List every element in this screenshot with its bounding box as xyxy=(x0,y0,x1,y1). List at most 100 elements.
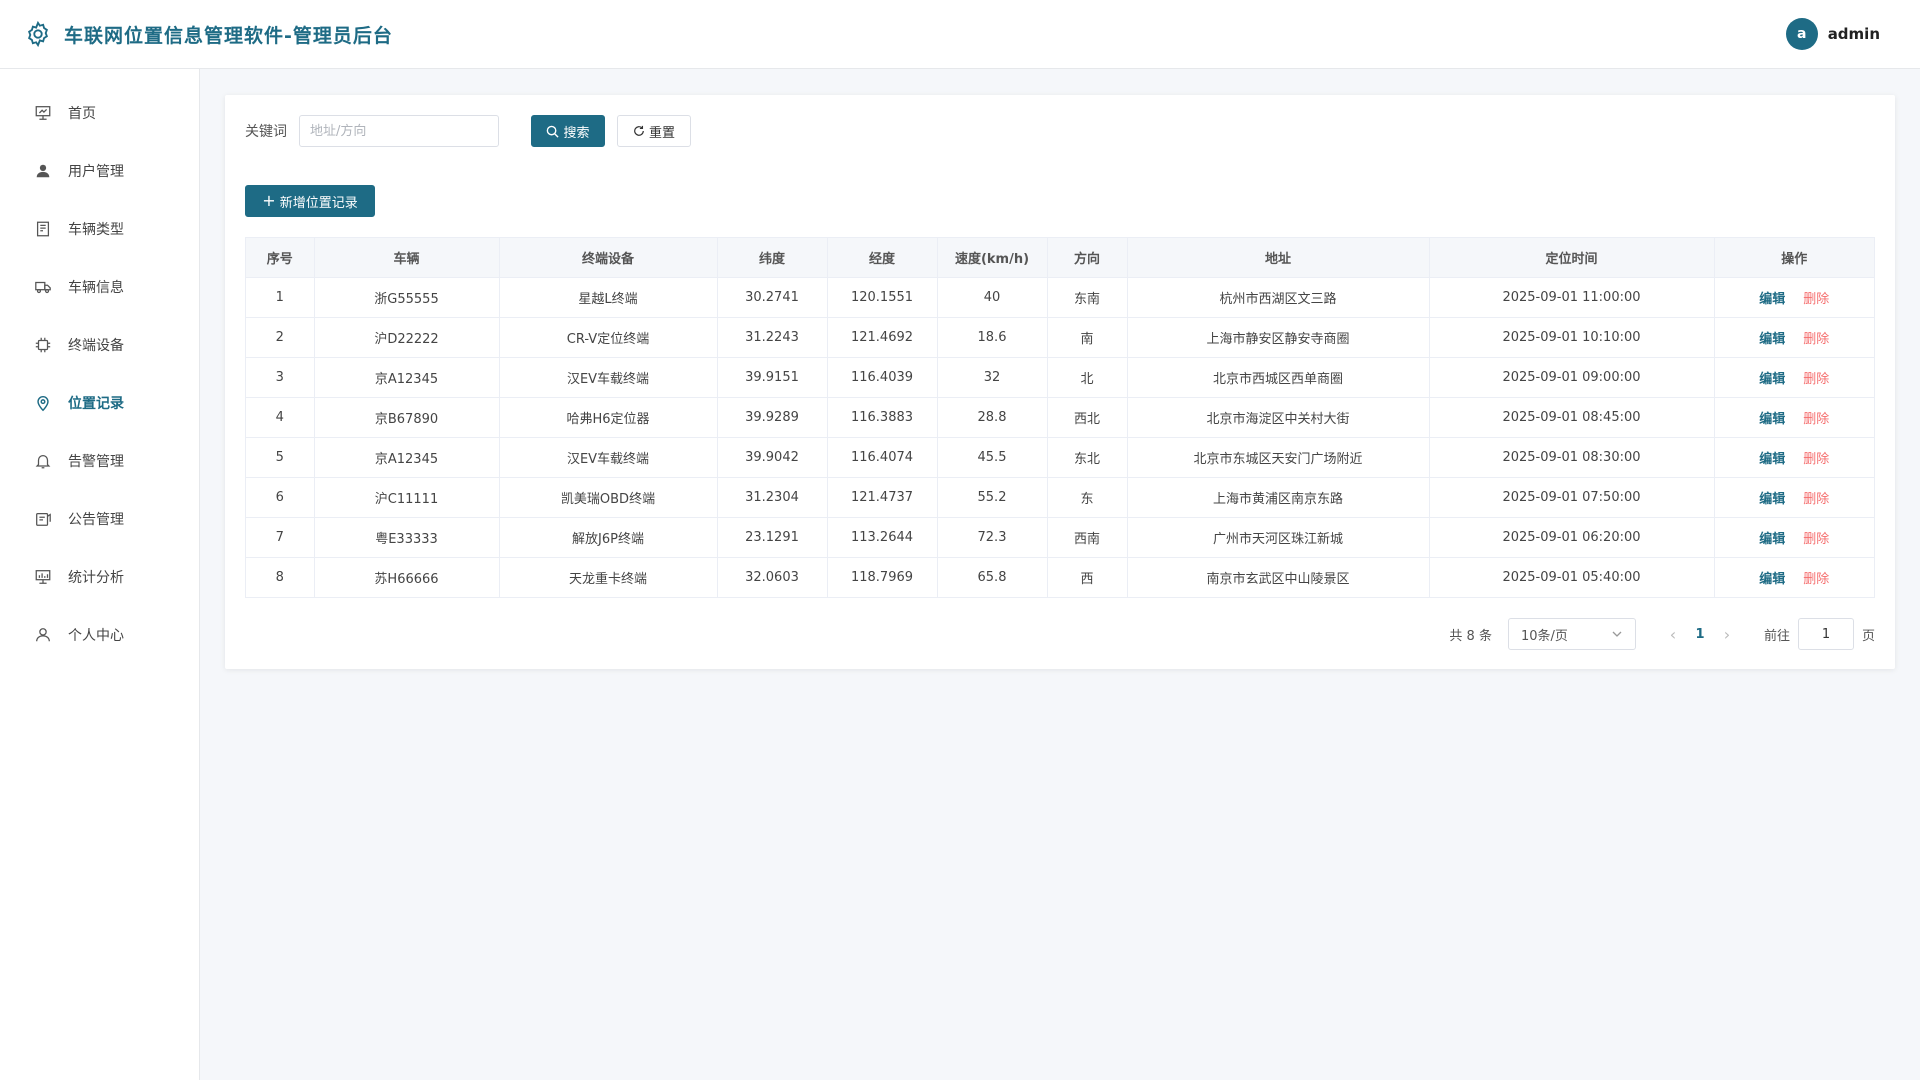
table-cell: 北京市东城区天安门广场附近 xyxy=(1127,437,1430,478)
sidebar-item-vehicle-types[interactable]: 车辆类型 xyxy=(0,200,199,258)
table-cell: 116.4039 xyxy=(827,357,938,398)
edit-button[interactable]: 编辑 xyxy=(1759,332,1785,347)
table-cell: 7 xyxy=(246,517,315,558)
refresh-icon xyxy=(634,125,644,136)
bell-icon xyxy=(35,454,51,469)
keyword-input[interactable] xyxy=(299,115,499,147)
table-body: 1 浙G55555 星越L终端 30.2741 120.1551 40 东南 杭州市西湖区文三… xyxy=(246,277,1874,597)
sidebar-item-profile[interactable]: 个人中心 xyxy=(0,606,199,664)
table-cell: 杭州市西湖区文三路 xyxy=(1127,277,1430,318)
table-cell: 汉EV车载终端 xyxy=(499,357,718,398)
edit-button[interactable]: 编辑 xyxy=(1759,292,1785,307)
table-cell: 西南 xyxy=(1047,517,1128,558)
table-cell: 39.9151 xyxy=(717,357,828,398)
edit-button[interactable]: 编辑 xyxy=(1759,492,1785,507)
location-table: 序号 车辆 终端设备 纬度 经度 速度(km/h) 方向 地址 定位时间 操作 … xyxy=(245,237,1875,598)
search-button-label: 搜索 xyxy=(563,125,590,141)
delete-button[interactable]: 删除 xyxy=(1803,292,1829,307)
search-button[interactable]: 搜索 xyxy=(531,115,605,147)
delete-button[interactable]: 删除 xyxy=(1803,332,1829,347)
page-size-select[interactable]: 10条/页 xyxy=(1507,618,1636,650)
edit-button[interactable]: 编辑 xyxy=(1759,532,1785,547)
delete-button[interactable]: 删除 xyxy=(1803,492,1829,507)
column-header: 速度(km/h) xyxy=(937,238,1048,278)
goto-page-input[interactable] xyxy=(1797,618,1854,650)
edit-button[interactable]: 编辑 xyxy=(1759,572,1785,587)
table-cell: 西北 xyxy=(1047,397,1128,438)
table-cell: 上海市黄浦区南京东路 xyxy=(1127,477,1430,518)
column-header: 地址 xyxy=(1127,238,1430,278)
avatar[interactable]: a xyxy=(1785,18,1818,50)
username[interactable]: admin xyxy=(1828,25,1880,43)
table-cell: 116.3883 xyxy=(827,397,938,438)
user-icon xyxy=(36,164,50,178)
top-header: 车联网位置信息管理软件-管理员后台 a admin xyxy=(0,0,1920,69)
main-panel: 关键词 搜索 重置 + 新增位置记录 序号 车辆 终端设备 纬度 xyxy=(225,95,1895,669)
table-cell: 6 xyxy=(246,477,315,518)
actions-cell: 编辑 删除 xyxy=(1714,557,1874,597)
table-cell: 北京市海淀区中关村大街 xyxy=(1127,397,1430,438)
user-menu[interactable]: a admin xyxy=(1785,18,1880,50)
table-cell: 65.8 xyxy=(937,557,1048,597)
prev-page-button[interactable]: ‹ xyxy=(1658,625,1688,644)
delete-button[interactable]: 删除 xyxy=(1803,532,1829,547)
sidebar-item-label: 位置记录 xyxy=(68,396,124,412)
column-header: 终端设备 xyxy=(499,238,718,278)
table-cell: 32 xyxy=(937,357,1048,398)
sidebar-item-statistics[interactable]: 统计分析 xyxy=(0,548,199,606)
sidebar-item-label: 车辆信息 xyxy=(68,280,124,296)
add-location-button[interactable]: + 新增位置记录 xyxy=(245,185,375,217)
profile-icon xyxy=(36,628,50,642)
table-cell: 汉EV车载终端 xyxy=(499,437,718,478)
sidebar-item-home[interactable]: 首页 xyxy=(0,84,199,142)
delete-button[interactable]: 删除 xyxy=(1803,452,1829,467)
edit-button[interactable]: 编辑 xyxy=(1759,452,1785,467)
page-number-button[interactable]: 1 xyxy=(1688,627,1712,642)
reset-button-label: 重置 xyxy=(648,125,675,141)
table-cell: 116.4074 xyxy=(827,437,938,478)
table-cell: 苏H66666 xyxy=(314,557,500,597)
sidebar-item-devices[interactable]: 终端设备 xyxy=(0,316,199,374)
column-header: 经度 xyxy=(827,238,938,278)
sidebar-item-alerts[interactable]: 告警管理 xyxy=(0,432,199,490)
reset-button[interactable]: 重置 xyxy=(617,115,691,147)
table-row: 2 沪D22222 CR-V定位终端 31.2243 121.4692 18.6 南上海市静… xyxy=(246,317,1874,358)
delete-button[interactable]: 删除 xyxy=(1803,412,1829,427)
delete-button[interactable]: 删除 xyxy=(1803,572,1829,587)
table-cell: 28.8 xyxy=(937,397,1048,438)
table-cell: 上海市静安区静安寺商圈 xyxy=(1127,317,1430,358)
search-icon xyxy=(547,125,560,138)
sidebar-item-users[interactable]: 用户管理 xyxy=(0,142,199,200)
edit-button[interactable]: 编辑 xyxy=(1759,412,1785,427)
table-cell: 2025-09-01 08:30:00 xyxy=(1429,437,1715,478)
table-cell: 2 xyxy=(246,317,315,358)
sidebar-item-notices[interactable]: 公告管理 xyxy=(0,490,199,548)
table-cell: 23.1291 xyxy=(717,517,828,558)
table-cell: 40 xyxy=(937,277,1048,318)
sidebar-item-label: 公告管理 xyxy=(68,512,124,528)
table-cell: 2025-09-01 11:00:00 xyxy=(1429,277,1715,318)
edit-button[interactable]: 编辑 xyxy=(1759,372,1785,387)
table-cell: 北 xyxy=(1047,357,1128,398)
sidebar-item-vehicles[interactable]: 车辆信息 xyxy=(0,258,199,316)
column-header: 方向 xyxy=(1047,238,1128,278)
table-cell: 118.7969 xyxy=(827,557,938,597)
table-cell: 京A12345 xyxy=(314,357,500,398)
actions-cell: 编辑 删除 xyxy=(1714,477,1874,518)
table-cell: CR-V定位终端 xyxy=(499,317,718,358)
plus-icon: + xyxy=(262,191,276,210)
gear-icon xyxy=(28,20,48,48)
column-header: 纬度 xyxy=(717,238,828,278)
sidebar-item-label: 统计分析 xyxy=(68,570,124,586)
table-cell: 北京市西城区西单商圈 xyxy=(1127,357,1430,398)
sidebar-item-locations[interactable]: 位置记录 xyxy=(0,374,199,432)
actions-cell: 编辑 删除 xyxy=(1714,277,1874,318)
sidebar-item-label: 告警管理 xyxy=(68,454,124,470)
next-page-button[interactable]: › xyxy=(1712,625,1742,644)
table-cell: 8 xyxy=(246,557,315,597)
page-suffix: 页 xyxy=(1861,628,1875,644)
table-cell: 哈弗H6定位器 xyxy=(499,397,718,438)
column-header: 定位时间 xyxy=(1429,238,1715,278)
sidebar-item-label: 用户管理 xyxy=(68,164,124,180)
delete-button[interactable]: 删除 xyxy=(1803,372,1829,387)
